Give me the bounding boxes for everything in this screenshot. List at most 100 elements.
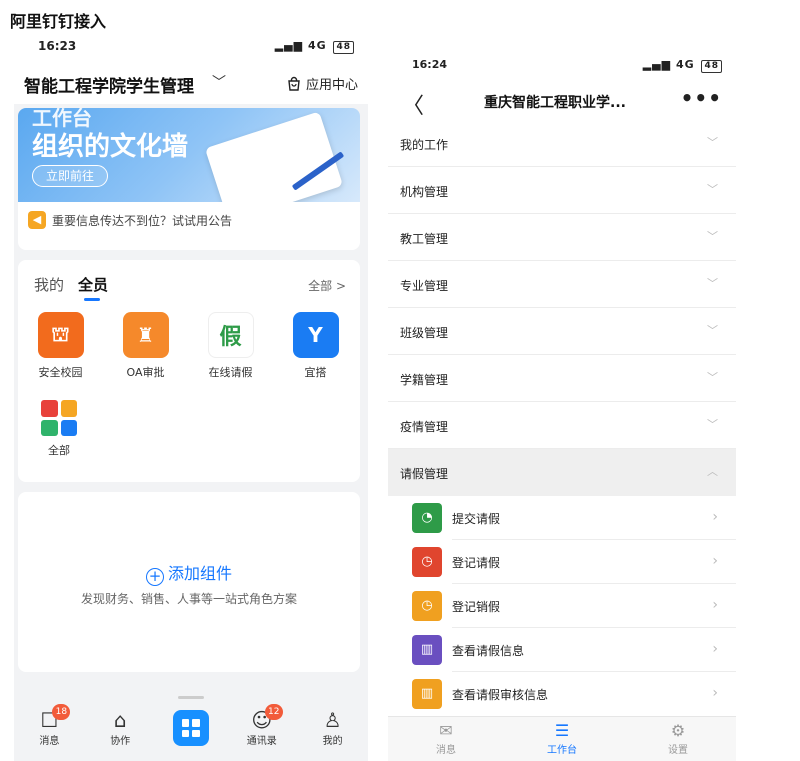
- bar-chart-icon: ▥: [412, 679, 442, 709]
- tab-mine[interactable]: 我的: [34, 274, 64, 295]
- app-center-button[interactable]: 应用中心: [286, 74, 358, 93]
- submenu-register-leave[interactable]: ◷ 登记请假 ›: [388, 540, 736, 584]
- alarm-clock-icon: ◷: [412, 547, 442, 577]
- apps-card: 我的 全员 全部 > ⛫ 安全校园 ♜ OA审批 假 在线请假 Y 宜搭 全部: [18, 260, 360, 482]
- banner-title: 组织的文化墙: [32, 132, 189, 162]
- message-badge: 18: [52, 704, 71, 720]
- plus-icon: +: [145, 568, 164, 586]
- right-phone-screen: 16:24 ▂▄▆ 4G 48 〈 重庆智能工程职业学... ••• 我的工作 ﹀…: [388, 48, 736, 761]
- menu-item-org[interactable]: 机构管理 ﹀: [388, 167, 736, 214]
- megaphone-icon: ◀: [28, 211, 46, 229]
- chevron-down-icon: ﹀: [707, 136, 718, 149]
- yida-icon: Y: [292, 312, 339, 358]
- tab-workbench[interactable]: [166, 708, 216, 746]
- stamp-icon: ♜: [122, 312, 169, 358]
- list-icon: ☰: [554, 721, 570, 740]
- tab-messages[interactable]: ✉ 消息: [416, 721, 476, 761]
- menu-item-leave-open[interactable]: 请假管理 ︿: [388, 449, 736, 496]
- bottom-tab-bar: ✉ 消息 ☰ 工作台 ⚙ 设置: [388, 716, 736, 761]
- tab-collaboration[interactable]: ⌂ 协作: [95, 708, 145, 747]
- org-header: 智能工程学院学生管理 ﹀ 应用中心: [14, 62, 368, 104]
- apps-tabs: 我的 全员: [34, 274, 108, 301]
- go-now-button[interactable]: 立即前往: [32, 165, 108, 187]
- battery-icon: 48: [333, 41, 354, 54]
- chevron-right-icon: ›: [712, 553, 718, 569]
- chevron-down-icon[interactable]: ﹀: [212, 72, 226, 92]
- battery-icon: 48: [701, 60, 722, 73]
- status-time: 16:23: [38, 39, 77, 53]
- signal-icon: ▂▄▆: [274, 39, 308, 52]
- all-apps-link[interactable]: 全部 >: [308, 277, 346, 294]
- chevron-down-icon: ﹀: [707, 183, 718, 196]
- menu-item-enrollment[interactable]: 学籍管理 ﹀: [388, 355, 736, 402]
- chevron-down-icon: ﹀: [707, 230, 718, 243]
- status-bar: 16:23 ▂▄▆ 4G 48: [14, 30, 368, 62]
- management-menu: 我的工作 ﹀ 机构管理 ﹀ 教工管理 ﹀ 专业管理 ﹀ 班级管理 ﹀ 学籍管理 ﹀ 疫情管理…: [388, 120, 736, 716]
- status-signal: ▂▄▆ 4G 48: [275, 39, 354, 54]
- chevron-right-icon: ›: [712, 641, 718, 657]
- left-phone-screen: 16:23 ▂▄▆ 4G 48 智能工程学院学生管理 ﹀ 应用中心 工作台 组织…: [14, 30, 368, 761]
- chevron-down-icon: ﹀: [707, 324, 718, 337]
- menu-item-staff[interactable]: 教工管理 ﹀: [388, 214, 736, 261]
- submenu-view-leave[interactable]: ▥ 查看请假信息 ›: [388, 628, 736, 672]
- signal-icon: ▂▄▆: [642, 58, 676, 71]
- status-signal: ▂▄▆ 4G 48: [643, 58, 722, 73]
- app-all[interactable]: 全部: [36, 400, 82, 458]
- add-widget-button[interactable]: + 添加组件: [18, 560, 360, 586]
- chevron-right-icon: ›: [712, 597, 718, 613]
- tab-contacts[interactable]: ☺ 12 通讯录: [237, 704, 287, 747]
- tab-me[interactable]: ♙ 我的: [308, 708, 358, 747]
- leave-icon: 假: [207, 312, 254, 358]
- culture-wall-card: 工作台 组织的文化墙 立即前往 ◀ 重要信息传达不到位？试试用公告: [18, 108, 360, 250]
- page-title: 重庆智能工程职业学...: [484, 95, 626, 111]
- app-yida[interactable]: Y 宜搭: [273, 312, 358, 380]
- person-icon: ♙: [323, 708, 342, 732]
- alarm-clock-icon: ◷: [412, 591, 442, 621]
- back-arrow-icon[interactable]: 〈: [402, 88, 424, 120]
- chevron-down-icon: ﹀: [707, 277, 718, 290]
- campus-icon: ⛫: [37, 312, 84, 358]
- chevron-down-icon: ﹀: [707, 418, 718, 431]
- workbench-icon: [172, 710, 209, 746]
- menu-item-class[interactable]: 班级管理 ﹀: [388, 308, 736, 355]
- submenu-view-leave-review[interactable]: ▥ 查看请假审核信息 ›: [388, 672, 736, 716]
- add-widget-subtitle: 发现财务、销售、人事等一站式角色方案: [80, 592, 297, 606]
- app-oa-approval[interactable]: ♜ OA审批: [103, 312, 188, 380]
- shopping-bag-icon: [288, 76, 300, 91]
- status-time: 16:24: [412, 58, 448, 71]
- bar-chart-icon: ▥: [412, 635, 442, 665]
- status-bar: 16:24 ▂▄▆ 4G 48: [388, 48, 736, 80]
- menu-item-major[interactable]: 专业管理 ﹀: [388, 261, 736, 308]
- drag-handle[interactable]: [178, 696, 204, 699]
- app-online-leave[interactable]: 假 在线请假: [188, 312, 273, 380]
- banner-board-illustration: [204, 111, 344, 202]
- app-safe-campus[interactable]: ⛫ 安全校园: [18, 312, 103, 380]
- chevron-right-icon: ›: [712, 509, 718, 525]
- culture-banner[interactable]: 工作台 组织的文化墙 立即前往: [18, 108, 360, 202]
- clock-icon: ◔: [412, 503, 442, 533]
- submenu-cancel-leave[interactable]: ◷ 登记销假 ›: [388, 584, 736, 628]
- tab-workbench[interactable]: ☰ 工作台: [532, 721, 592, 761]
- tab-settings[interactable]: ⚙ 设置: [648, 721, 708, 761]
- menu-item-my-work[interactable]: 我的工作 ﹀: [388, 120, 736, 167]
- envelope-icon: ✉: [439, 721, 453, 740]
- more-icon[interactable]: •••: [681, 86, 722, 110]
- page-caption: 阿里钉钉接入: [10, 12, 107, 31]
- menu-item-epidemic[interactable]: 疫情管理 ﹀: [388, 402, 736, 449]
- gear-icon: ⚙: [670, 721, 686, 740]
- contacts-badge: 12: [264, 704, 283, 720]
- nav-bar: 〈 重庆智能工程职业学... •••: [388, 84, 736, 124]
- tab-all-members[interactable]: 全员: [78, 274, 108, 301]
- chevron-up-icon: ︿: [707, 465, 718, 478]
- tab-messages[interactable]: ☐ 18 消息: [24, 704, 74, 747]
- chevron-right-icon: ›: [712, 685, 718, 701]
- org-name[interactable]: 智能工程学院学生管理: [24, 72, 194, 97]
- grid-icon: [41, 400, 77, 436]
- announcement-tip[interactable]: ◀ 重要信息传达不到位？试试用公告: [28, 211, 232, 229]
- bottom-tab-bar: ☐ 18 消息 ⌂ 协作 ☺ 12 通讯录 ♙ 我的: [14, 702, 368, 761]
- add-widget-card: + 添加组件 发现财务、销售、人事等一站式角色方案: [18, 492, 360, 672]
- app-grid: ⛫ 安全校园 ♜ OA审批 假 在线请假 Y 宜搭: [18, 312, 360, 380]
- collaboration-icon: ⌂: [113, 708, 127, 732]
- submenu-submit-leave[interactable]: ◔ 提交请假 ›: [388, 496, 736, 540]
- chevron-down-icon: ﹀: [707, 371, 718, 384]
